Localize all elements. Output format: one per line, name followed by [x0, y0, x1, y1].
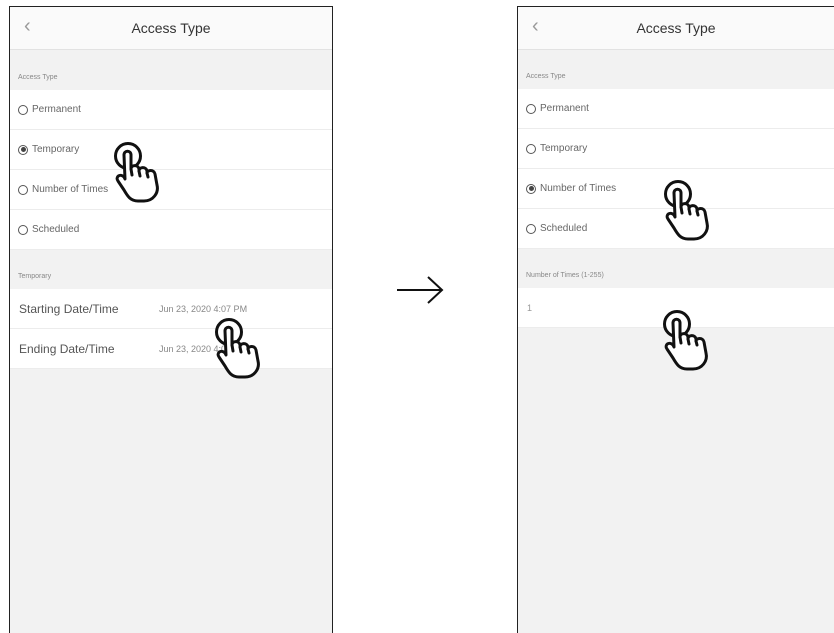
starting-date-label: Starting Date/Time: [19, 301, 119, 316]
temporary-section-label: Temporary: [18, 273, 52, 280]
radio-unselected-icon[interactable]: [526, 103, 536, 114]
radio-unselected-icon[interactable]: [526, 223, 536, 234]
number-of-times-row[interactable]: [518, 288, 834, 328]
radio-selected-icon[interactable]: [18, 144, 28, 155]
option-temporary[interactable]: Temporary: [10, 130, 332, 170]
starting-date-row[interactable]: Starting Date/Time Jun 23, 2020 4:07 PM: [10, 289, 332, 329]
option-permanent[interactable]: Permanent: [518, 89, 834, 129]
ending-date-label: Ending Date/Time: [19, 341, 115, 356]
option-label: Scheduled: [540, 223, 588, 234]
option-permanent[interactable]: Permanent: [10, 90, 332, 130]
radio-unselected-icon[interactable]: [18, 104, 28, 115]
left-screen: ‹ Access Type Access Type Permanent Temp…: [9, 6, 333, 633]
option-scheduled[interactable]: Scheduled: [518, 209, 834, 249]
number-of-times-input[interactable]: [527, 302, 727, 313]
header: ‹ Access Type: [518, 7, 834, 50]
option-label: Temporary: [540, 143, 588, 154]
option-label: Permanent: [32, 104, 81, 115]
access-type-section-label: Access Type: [526, 73, 566, 80]
option-label: Number of Times: [540, 183, 617, 194]
radio-selected-icon[interactable]: [526, 183, 536, 194]
option-temporary[interactable]: Temporary: [518, 129, 834, 169]
right-arrow-icon: [397, 276, 444, 304]
page-title: Access Type: [636, 20, 716, 36]
right-screen: ‹ Access Type Access Type Permanent Temp…: [517, 6, 834, 633]
ending-date-value[interactable]: Jun 23, 2020 4:07 PM: [159, 344, 247, 354]
option-scheduled[interactable]: Scheduled: [10, 210, 332, 250]
ending-date-row[interactable]: Ending Date/Time Jun 23, 2020 4:07 PM: [10, 329, 332, 369]
option-label: Temporary: [32, 144, 80, 155]
option-number-of-times[interactable]: Number of Times: [518, 169, 834, 209]
option-label: Permanent: [540, 103, 589, 114]
radio-unselected-icon[interactable]: [526, 143, 536, 154]
page-title: Access Type: [131, 20, 211, 36]
header: ‹ Access Type: [10, 7, 332, 50]
starting-date-value[interactable]: Jun 23, 2020 4:07 PM: [159, 304, 247, 314]
number-of-times-label: Number of Times (1-255): [526, 272, 604, 279]
radio-unselected-icon[interactable]: [18, 224, 28, 235]
option-label: Number of Times: [32, 184, 109, 195]
option-label: Scheduled: [32, 224, 80, 235]
radio-unselected-icon[interactable]: [18, 184, 28, 195]
option-number-of-times[interactable]: Number of Times: [10, 170, 332, 210]
access-type-section-label: Access Type: [18, 74, 58, 81]
